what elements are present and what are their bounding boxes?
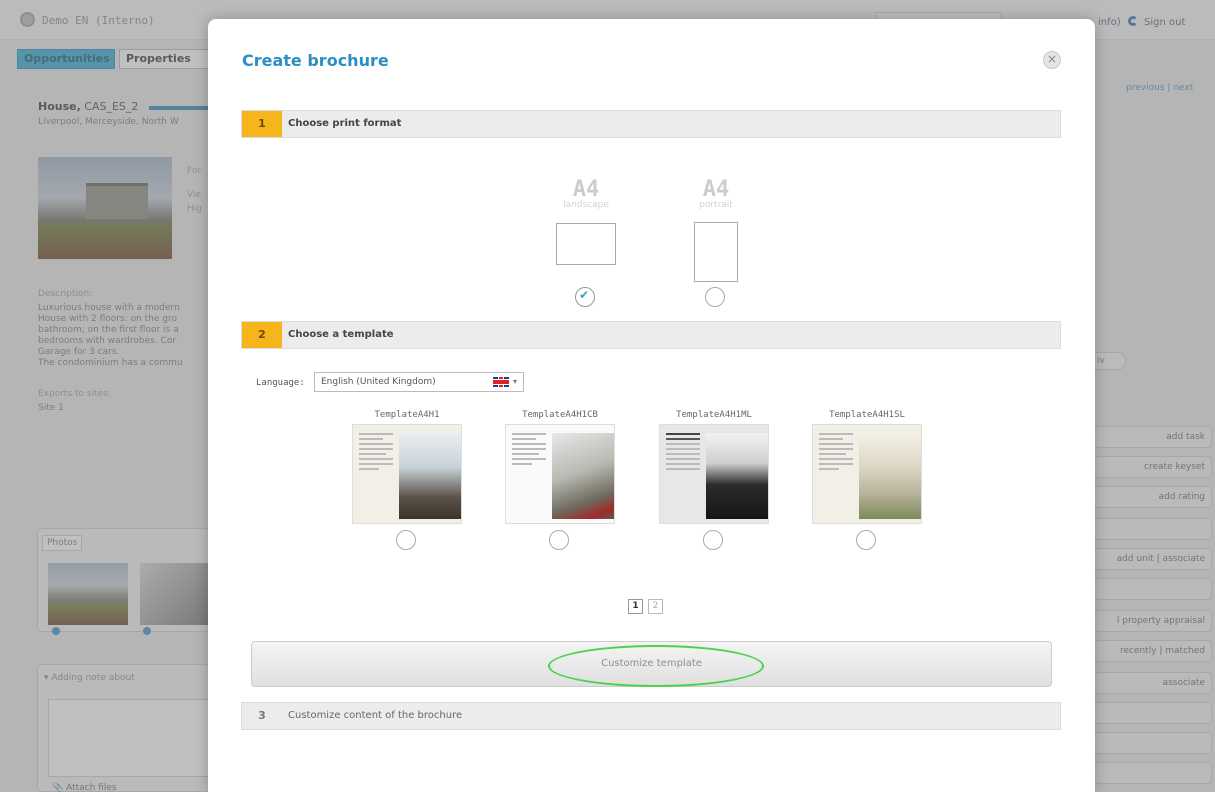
format-orientation: landscape (563, 200, 609, 210)
radio-portrait[interactable] (705, 287, 725, 307)
template-thumbnail[interactable] (505, 424, 615, 524)
template-thumbnail[interactable] (812, 424, 922, 524)
radio-template[interactable] (703, 530, 723, 550)
step-number: 3 (258, 709, 266, 722)
step-number: 2 (242, 322, 282, 348)
create-brochure-modal: Create brochure × 1 Choose print format … (208, 19, 1095, 792)
language-value: English (United Kingdom) (321, 377, 436, 387)
format-orientation: portrait (699, 200, 733, 210)
radio-landscape[interactable] (575, 287, 595, 307)
language-select[interactable]: English (United Kingdom) ▾ (314, 372, 524, 392)
template-text-lines (512, 433, 546, 468)
format-a4-landscape[interactable]: A4 landscape (556, 177, 616, 265)
template-thumbnail[interactable] (659, 424, 769, 524)
format-a4-portrait[interactable]: A4 portrait (686, 177, 746, 282)
step-label: Choose print format (288, 118, 402, 129)
template-name: TemplateA4H1ML (676, 410, 752, 420)
customize-template-button[interactable]: Customize template (251, 641, 1052, 687)
chevron-down-icon: ▾ (513, 377, 518, 386)
format-size: A4 (702, 177, 730, 202)
language-label: Language: (256, 378, 305, 388)
template-preview-image (859, 433, 921, 519)
template-preview-image (706, 433, 768, 519)
template-name: TemplateA4H1CB (522, 410, 598, 420)
portrait-paper-icon (694, 222, 738, 282)
landscape-paper-icon (556, 223, 616, 265)
step-number: 1 (242, 111, 282, 137)
uk-flag-icon (493, 377, 509, 387)
template-card: TemplateA4H1 (352, 410, 462, 550)
template-card: TemplateA4H1SL (812, 410, 922, 550)
step-label: Choose a template (288, 329, 394, 340)
close-button[interactable]: × (1043, 51, 1061, 69)
template-preview-image (399, 433, 461, 519)
template-card: TemplateA4H1ML (659, 410, 769, 550)
template-card: TemplateA4H1CB (505, 410, 615, 550)
page-2-button[interactable]: 2 (648, 599, 663, 614)
modal-title: Create brochure (242, 51, 389, 70)
step-choose-template: 2 Choose a template (241, 321, 1061, 349)
template-thumbnail[interactable] (352, 424, 462, 524)
format-size: A4 (572, 177, 600, 202)
template-text-lines (359, 433, 393, 473)
page-1-button[interactable]: 1 (628, 599, 643, 614)
template-name: TemplateA4H1 (374, 410, 440, 420)
template-text-lines (819, 433, 853, 473)
radio-template[interactable] (856, 530, 876, 550)
step-label: Customize content of the brochure (288, 710, 463, 721)
template-preview-image (552, 433, 614, 519)
step-customize-content: 3 Customize content of the brochure (241, 702, 1061, 730)
radio-template[interactable] (396, 530, 416, 550)
radio-template[interactable] (549, 530, 569, 550)
template-text-lines (666, 433, 700, 473)
step-choose-print-format: 1 Choose print format (241, 110, 1061, 138)
template-name: TemplateA4H1SL (829, 410, 905, 420)
